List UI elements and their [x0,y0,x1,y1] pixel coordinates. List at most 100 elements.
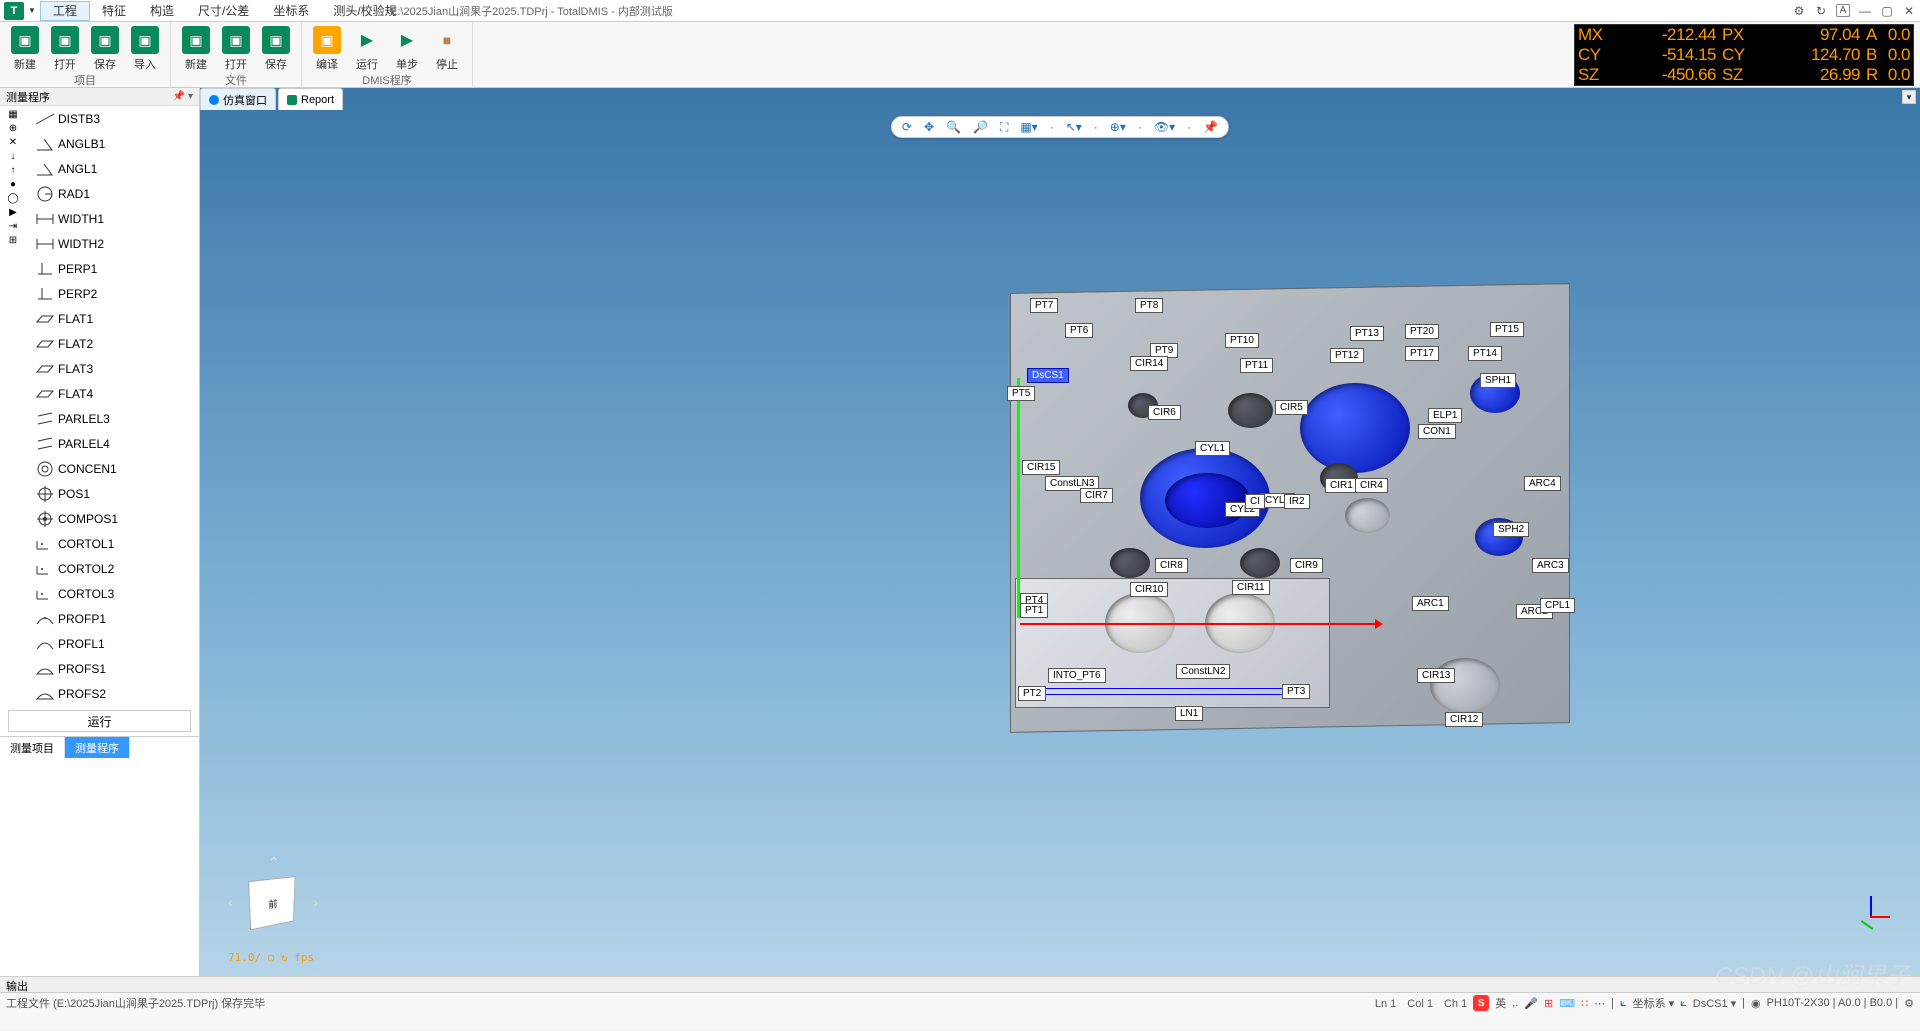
vptool-icon[interactable]: ⛶ [1000,120,1008,135]
tree-item-CORTOL1[interactable]: CORTOL1 [26,531,199,556]
run-program-button[interactable]: 运行 [8,710,191,732]
feature-label-PT12[interactable]: PT12 [1330,348,1364,363]
feature-label-CIR14[interactable]: CIR14 [1130,356,1168,371]
tree-item-PROFP1[interactable]: PROFP1 [26,606,199,631]
feature-label-PT1[interactable]: PT1 [1020,603,1048,618]
feature-label-CIR4[interactable]: CIR4 [1355,478,1388,493]
menu-坐标系[interactable]: 坐标系 [261,2,321,20]
ime-icon[interactable]: S [1473,995,1489,1011]
gutter-icon[interactable]: ▦ [8,110,17,120]
ribbon-open-button[interactable]: ▣打开 [46,24,84,72]
tree-item-PARLEL4[interactable]: PARLEL4 [26,431,199,456]
tree-item-FLAT4[interactable]: FLAT4 [26,381,199,406]
vptool-icon[interactable]: 🔎 [973,120,988,134]
ribbon-fsave-button[interactable]: ▣保存 [257,24,295,72]
gutter-icon[interactable]: ↓ [11,152,16,162]
feature-label-PT17[interactable]: PT17 [1405,346,1439,361]
gutter-icon[interactable]: ✕ [9,138,17,148]
feature-label-DsCS1[interactable]: DsCS1 [1027,368,1069,383]
coordsys-axis-icon[interactable]: ⟀ [1620,997,1627,1010]
ribbon-save-button[interactable]: ▣保存 [86,24,124,72]
feature-label-PT5[interactable]: PT5 [1007,386,1035,401]
feature-label-PT14[interactable]: PT14 [1468,346,1502,361]
feature-label-INTO_PT6[interactable]: INTO_PT6 [1048,668,1106,683]
feature-label-CYL1[interactable]: CYL1 [1195,441,1230,456]
feature-label-PT11[interactable]: PT11 [1240,358,1273,373]
tree-item-DISTB3[interactable]: DISTB3 [26,106,199,131]
gutter-icon[interactable]: ↑ [11,166,16,176]
menu-尺寸/公差[interactable]: 尺寸/公差 [186,2,261,20]
coordsys-origin-icon[interactable]: ⟀ [1680,997,1687,1010]
view-cube[interactable]: ⌃ ‹ › 前 71.0/ ○ ↻ fps [228,846,318,946]
feature-label-PT20[interactable]: PT20 [1405,324,1439,339]
viewport-pin-icon[interactable]: ▾ [1902,90,1916,104]
vptool-icon[interactable]: 🔍 [946,120,961,134]
feature-label-SPH2[interactable]: SPH2 [1493,522,1529,537]
vptool-icon[interactable]: · [1187,120,1191,134]
tree-item-PARLEL3[interactable]: PARLEL3 [26,406,199,431]
help-icon[interactable]: A [1836,4,1850,17]
feature-label-CIR12[interactable]: CIR12 [1445,712,1483,727]
feature-label-IR2[interactable]: IR2 [1284,494,1310,509]
feature-label-PT7[interactable]: PT7 [1030,298,1058,313]
ime-tool-icon[interactable]: ⊞ [1544,997,1553,1010]
feature-label-CIR6[interactable]: CIR6 [1148,405,1181,420]
tree-item-CORTOL3[interactable]: CORTOL3 [26,581,199,606]
coord-picker[interactable]: DsCS1 ▾ [1693,997,1736,1010]
tree-item-FLAT3[interactable]: FLAT3 [26,356,199,381]
feature-label-CPL1[interactable]: CPL1 [1540,598,1575,613]
feature-label-CIR5[interactable]: CIR5 [1275,400,1308,415]
ime-keyboard-icon[interactable]: ⌨ [1559,997,1575,1010]
tree-item-PERP1[interactable]: PERP1 [26,256,199,281]
tree-item-RAD1[interactable]: RAD1 [26,181,199,206]
refresh-icon[interactable]: ↻ [1814,4,1828,18]
menu-构造[interactable]: 构造 [138,2,186,20]
tree-item-PERP2[interactable]: PERP2 [26,281,199,306]
maximize-icon[interactable]: ▢ [1880,4,1894,18]
tree-item-POS1[interactable]: POS1 [26,481,199,506]
vptool-icon[interactable]: · [1050,120,1054,134]
feature-label-PT2[interactable]: PT2 [1018,686,1046,701]
coord-label[interactable]: 坐标系 ▾ [1633,995,1675,1011]
minimize-icon[interactable]: — [1858,4,1872,18]
ribbon-compile-button[interactable]: ▣编译 [308,24,346,72]
probe-icon[interactable]: ◉ [1751,997,1761,1010]
vptool-icon[interactable]: ▦▾ [1020,120,1037,134]
feature-label-CIR11[interactable]: CIR11 [1232,580,1270,595]
logo-dropdown[interactable]: ▼ [28,6,36,15]
tree-item-CORTOL2[interactable]: CORTOL2 [26,556,199,581]
close-icon[interactable]: ✕ [1902,4,1916,18]
feature-label-CIR8[interactable]: CIR8 [1155,558,1188,573]
feature-label-PT8[interactable]: PT8 [1135,298,1163,313]
ime-grid-icon[interactable]: ∷ [1581,997,1588,1010]
feature-label-ELP1[interactable]: ELP1 [1428,408,1462,423]
ribbon-import-button[interactable]: ▣导入 [126,24,164,72]
feature-label-CI[interactable]: CI [1245,494,1265,509]
vptool-icon[interactable]: ⊕▾ [1110,120,1126,134]
feature-label-CIR10[interactable]: CIR10 [1130,582,1168,597]
feature-label-ARC3[interactable]: ARC3 [1532,558,1569,573]
feature-label-CIR15[interactable]: CIR15 [1022,460,1060,475]
ribbon-new-button[interactable]: ▣新建 [6,24,44,72]
feature-label-LN1[interactable]: LN1 [1175,706,1203,721]
feature-label-ConstLN2[interactable]: ConstLN2 [1176,664,1230,679]
feature-label-CON1[interactable]: CON1 [1418,424,1456,439]
vptool-icon[interactable]: ↖▾ [1066,120,1082,134]
feature-label-PT10[interactable]: PT10 [1225,333,1259,348]
program-tree[interactable]: DISTB3ANGLB1ANGL1RAD1WIDTH1WIDTH2PERP1PE… [26,106,199,706]
tree-item-PROFS1[interactable]: PROFS1 [26,656,199,681]
ribbon-run-button[interactable]: ▶运行 [348,24,386,72]
ime-lang[interactable]: 英 [1495,995,1506,1011]
vptool-icon[interactable]: 📌 [1203,120,1218,134]
menu-特征[interactable]: 特征 [90,2,138,20]
vptool-icon[interactable]: · [1138,120,1142,134]
tree-item-FLAT1[interactable]: FLAT1 [26,306,199,331]
tree-item-WIDTH1[interactable]: WIDTH1 [26,206,199,231]
sidebar-tab-0[interactable]: 测量项目 [0,737,65,758]
feature-label-PT6[interactable]: PT6 [1065,323,1093,338]
tree-item-ANGLB1[interactable]: ANGLB1 [26,131,199,156]
ribbon-step-button[interactable]: ▶单步 [388,24,426,72]
feature-label-CIR1[interactable]: CIR1 [1325,478,1358,493]
viewport-tab-1[interactable]: Report [278,88,343,110]
tree-item-FLAT2[interactable]: FLAT2 [26,331,199,356]
